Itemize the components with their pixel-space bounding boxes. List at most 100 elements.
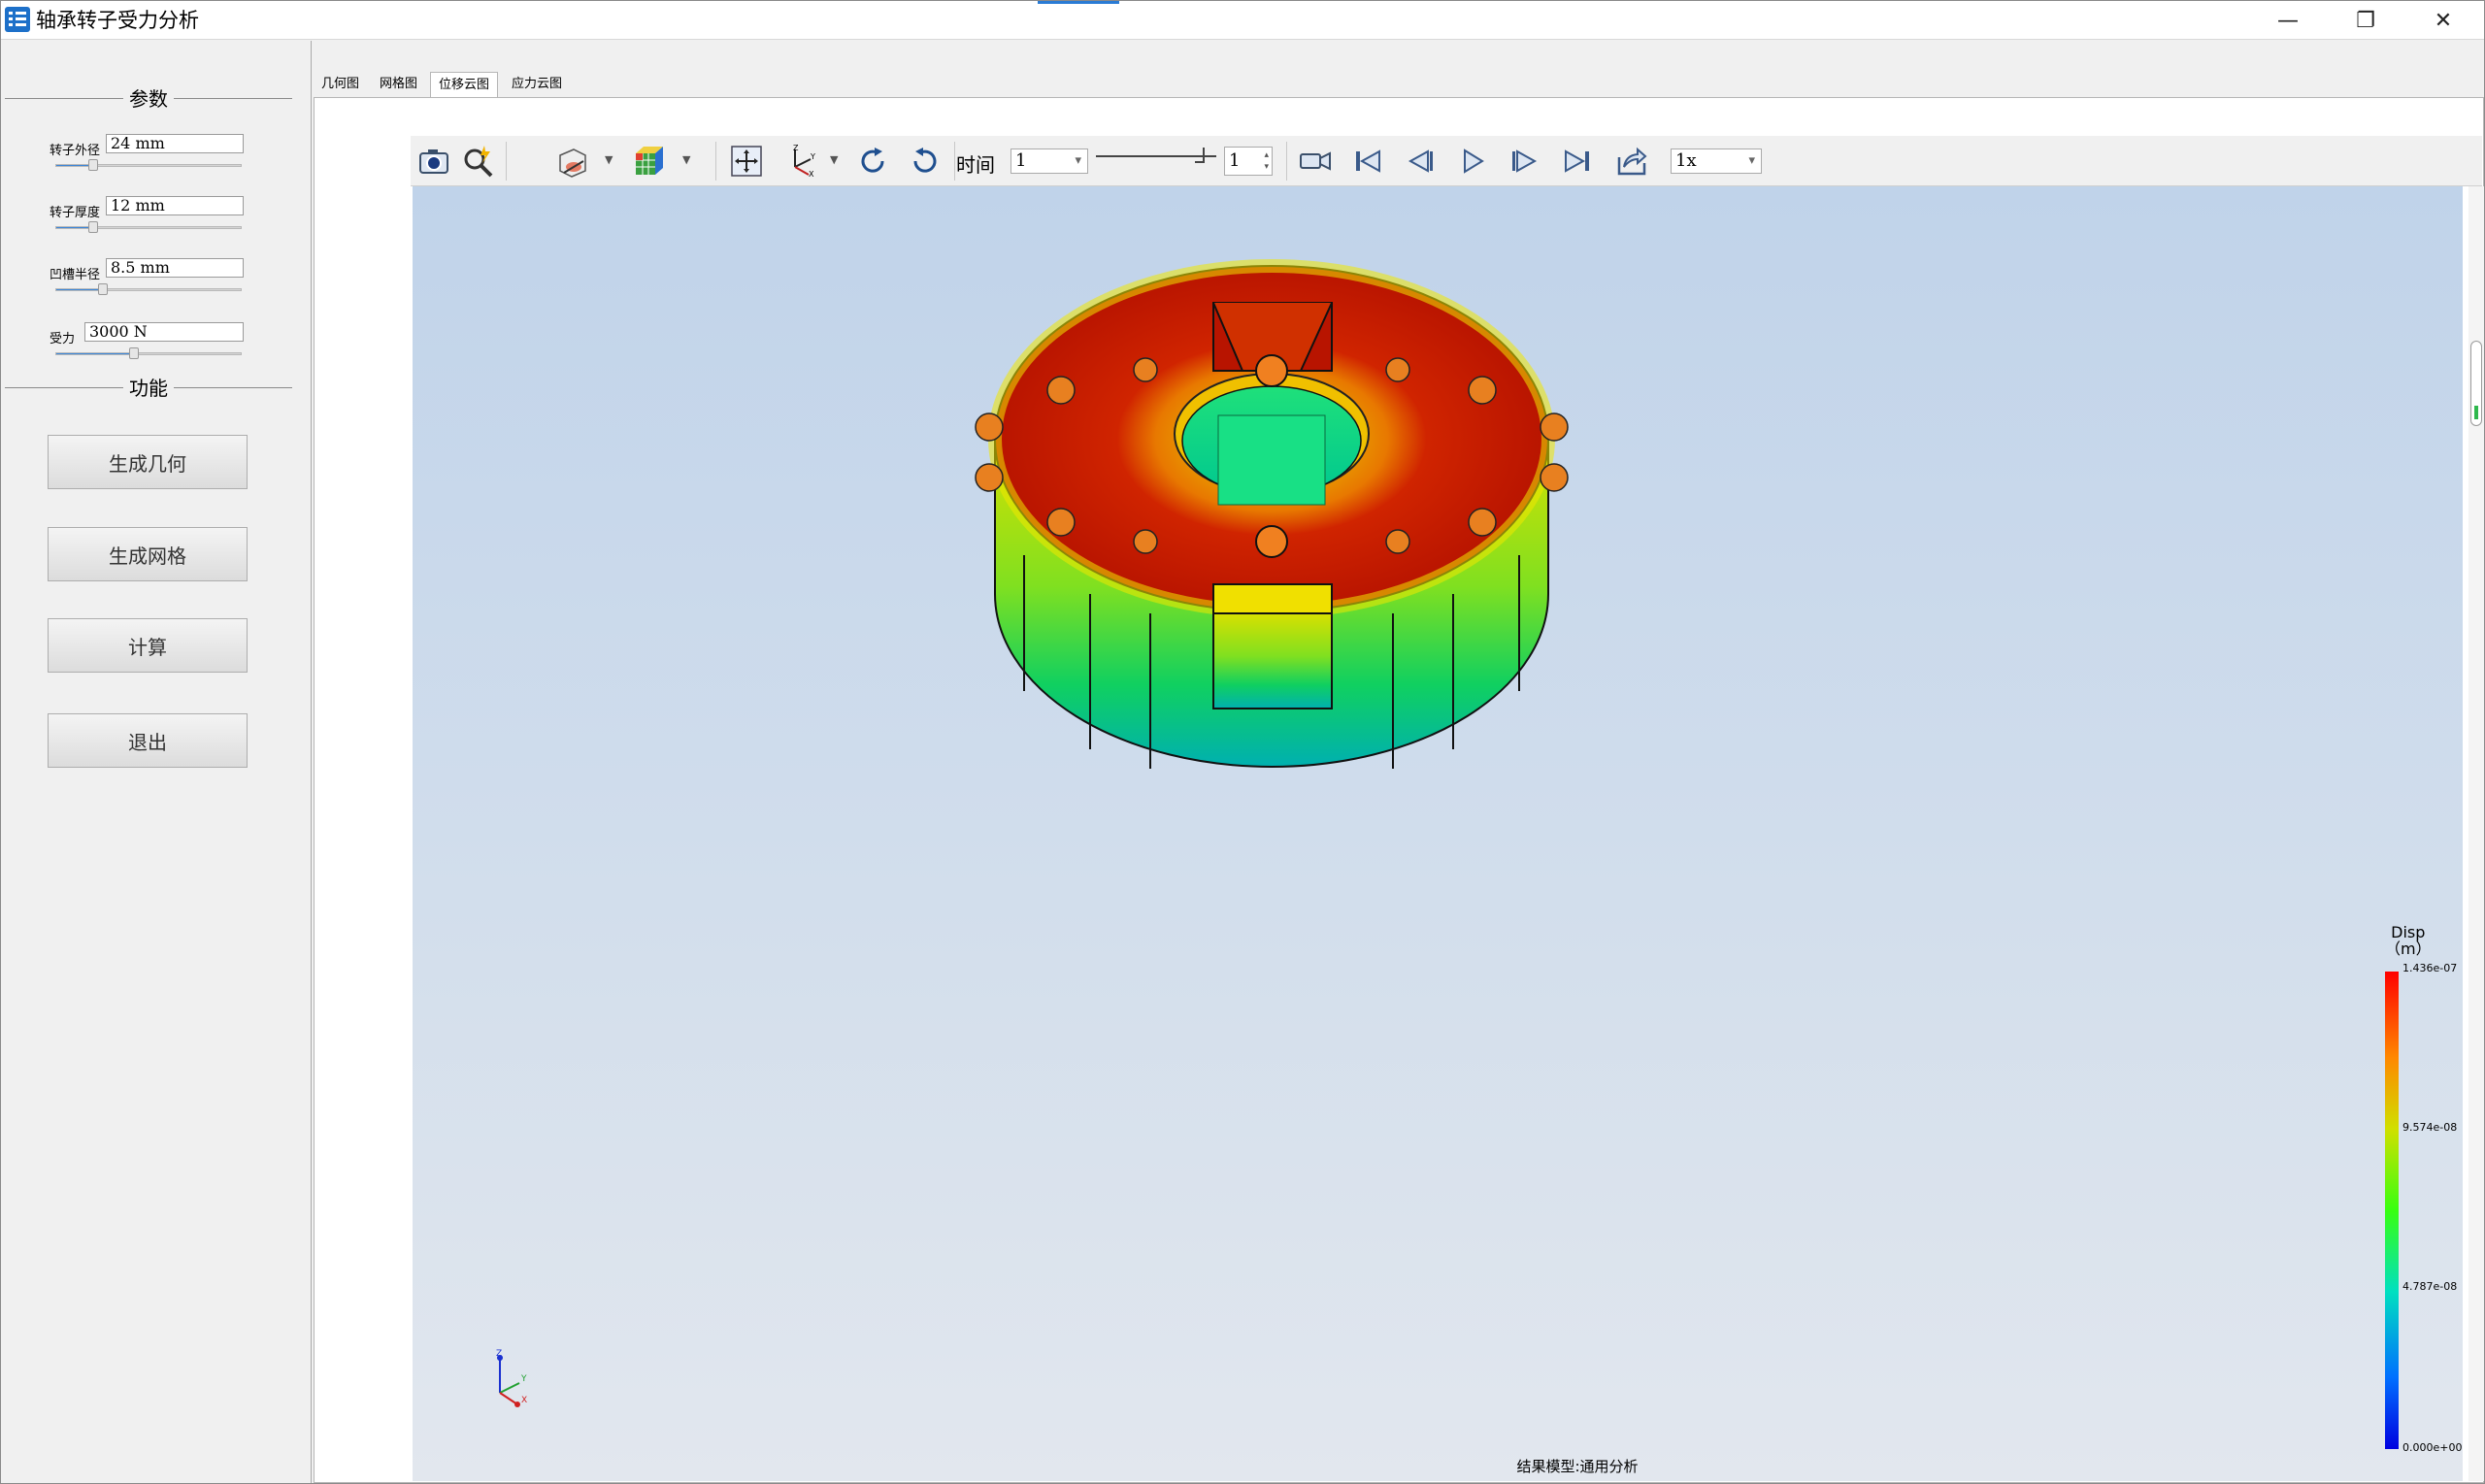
pan-icon <box>731 146 762 177</box>
time-combo[interactable]: 1 <box>1011 148 1088 174</box>
rotate-ccw-icon <box>913 148 937 173</box>
param-label: 受力 <box>50 332 76 346</box>
close-button[interactable]: ✕ <box>2404 1 2482 40</box>
next-frame-button[interactable] <box>1506 142 1544 181</box>
param-outer-diameter: 转子外径 24 mm <box>50 132 302 181</box>
params-section-title: 参数 <box>123 87 174 111</box>
thickness-input[interactable]: 12 mm <box>106 196 244 215</box>
exit-button[interactable]: 退出 <box>48 713 248 768</box>
title-bar: 轴承转子受力分析 — ❐ ✕ <box>1 1 2484 40</box>
spin-arrows-icon[interactable]: ▴ ▾ <box>1264 149 1269 173</box>
rotate-cw-icon <box>861 148 884 173</box>
tab-geometry[interactable]: 几何图 <box>314 72 367 97</box>
param-label: 转子外径 <box>50 144 101 158</box>
svg-text:X: X <box>521 1396 527 1405</box>
minimize-button[interactable]: — <box>2249 1 2327 40</box>
last-frame-button[interactable] <box>1558 142 1597 181</box>
next-frame-icon <box>1512 149 1538 173</box>
generate-geometry-button[interactable]: 生成几何 <box>48 435 248 489</box>
speed-combo[interactable]: 1x <box>1671 148 1762 174</box>
rotate-cw-button[interactable] <box>853 142 892 181</box>
rotate-ccw-button[interactable] <box>906 142 944 181</box>
frame-spinbox[interactable]: 1 ▴ ▾ <box>1224 147 1273 176</box>
svg-text:X: X <box>809 170 814 179</box>
rotor-model <box>975 259 1569 769</box>
svg-text:Z: Z <box>793 144 799 152</box>
outer-diameter-slider[interactable] <box>55 159 242 171</box>
functions-section-header: 功能 <box>5 374 292 403</box>
color-map-button[interactable] <box>630 142 669 181</box>
render-mode-button[interactable] <box>552 142 591 181</box>
force-slider[interactable] <box>55 347 242 359</box>
export-icon <box>1617 147 1647 176</box>
svg-text:Y: Y <box>810 152 815 161</box>
rotor-bore-key <box>1217 414 1326 506</box>
record-button[interactable] <box>1296 142 1335 181</box>
prev-frame-icon <box>1408 149 1433 173</box>
restore-icon: ❐ <box>2356 8 2375 33</box>
play-button[interactable] <box>1453 142 1492 181</box>
time-label: 时间 <box>956 153 995 177</box>
time-slider-knob[interactable] <box>1195 148 1205 163</box>
main-window: 轴承转子受力分析 — ❐ ✕ 参数 转子外径 24 mm 转子厚度 12 mm … <box>0 0 2485 1484</box>
axes-triad-icon: Z Y X <box>496 1349 527 1407</box>
color-cube-icon <box>636 147 663 175</box>
render-mode-dropdown-icon[interactable]: ▼ <box>605 153 613 166</box>
slider-knob[interactable] <box>88 221 98 233</box>
slider-knob[interactable] <box>97 283 108 295</box>
first-frame-button[interactable] <box>1348 142 1387 181</box>
svg-text:Y: Y <box>520 1374 527 1384</box>
3d-viewport[interactable]: 结果模型:通用分析 <box>413 186 2463 1481</box>
slider-knob[interactable] <box>128 347 139 359</box>
left-panel: 参数 转子外径 24 mm 转子厚度 12 mm 凹槽半径 8.5 mm 受力 … <box>1 41 312 1483</box>
compute-button[interactable]: 计算 <box>48 618 248 673</box>
legend-tick-high: 9.574e-08 <box>2402 1121 2458 1134</box>
render-mode-icon <box>559 148 586 178</box>
prev-frame-button[interactable] <box>1401 142 1440 181</box>
record-icon <box>1300 151 1331 171</box>
color-map-dropdown-icon[interactable]: ▼ <box>682 153 690 166</box>
last-frame-icon <box>1565 149 1589 173</box>
legend-tick-mid: 4.787e-08 <box>2402 1280 2458 1293</box>
generate-mesh-button[interactable]: 生成网格 <box>48 527 248 581</box>
first-frame-icon <box>1356 149 1380 173</box>
app-icon <box>5 7 30 32</box>
scrollbar-thumb[interactable] <box>2470 341 2482 426</box>
frame-value: 1 <box>1229 150 1241 171</box>
legend-tick-max: 1.436e-07 <box>2402 962 2458 974</box>
axis-orient-button[interactable]: Z YX <box>781 142 820 181</box>
restore-button[interactable]: ❐ <box>2327 1 2404 40</box>
tab-stress[interactable]: 应力云图 <box>504 72 570 97</box>
close-icon: ✕ <box>2434 8 2453 33</box>
minimize-icon: — <box>2277 8 2299 33</box>
axis-orient-icon: Z YX <box>793 144 815 179</box>
force-input[interactable]: 3000 N <box>84 322 244 342</box>
slider-knob[interactable] <box>88 159 98 171</box>
zoom-fit-button[interactable] <box>459 142 498 181</box>
screenshot-button[interactable] <box>414 142 453 181</box>
groove-radius-slider[interactable] <box>55 283 242 295</box>
params-section-header: 参数 <box>5 84 292 114</box>
legend-title-unit: （m） <box>2385 940 2432 958</box>
title-accent-bar <box>1038 1 1119 4</box>
legend-tick-min: 0.000e+00 <box>2402 1441 2463 1454</box>
result-model-label: 结果模型:通用分析 <box>1516 1458 1639 1475</box>
window-title: 轴承转子受力分析 <box>36 9 199 32</box>
slider-fill <box>56 353 134 354</box>
legend-color-bar <box>2385 972 2399 1449</box>
tab-mesh[interactable]: 网格图 <box>372 72 425 97</box>
export-button[interactable] <box>1612 142 1651 181</box>
thickness-slider[interactable] <box>55 221 242 233</box>
param-groove-radius: 凹槽半径 8.5 mm <box>50 256 302 305</box>
outer-diameter-input[interactable]: 24 mm <box>106 134 244 153</box>
functions-section-title: 功能 <box>123 377 174 400</box>
groove-radius-input[interactable]: 8.5 mm <box>106 258 244 278</box>
legend-title: Disp （m） <box>2385 924 2432 957</box>
param-label: 凹槽半径 <box>50 268 101 282</box>
param-thickness: 转子厚度 12 mm <box>50 194 302 243</box>
pan-button[interactable] <box>727 142 766 181</box>
tab-displacement[interactable]: 位移云图 <box>430 72 499 97</box>
axis-orient-dropdown-icon[interactable]: ▼ <box>830 153 838 166</box>
param-label: 转子厚度 <box>50 206 101 220</box>
svg-text:Z: Z <box>496 1349 502 1359</box>
